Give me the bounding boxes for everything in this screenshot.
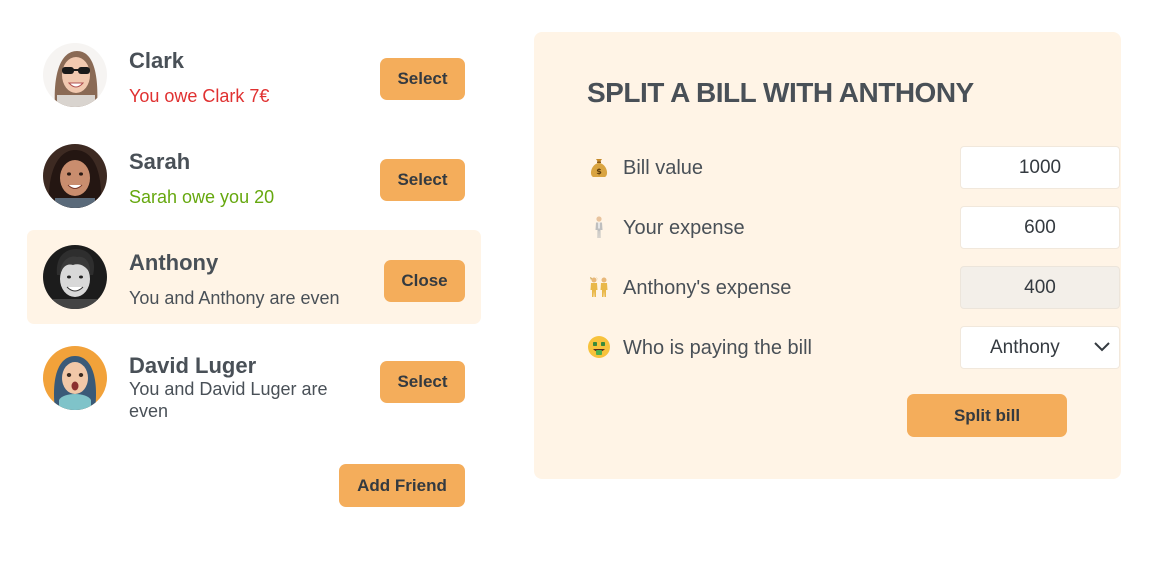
- friend-balance: You and Anthony are even: [129, 288, 340, 308]
- svg-text:$: $: [596, 167, 602, 176]
- friend-name: Anthony: [129, 250, 219, 275]
- friend-balance: You owe Clark 7€: [129, 86, 270, 106]
- bill-value-label: Bill value: [623, 157, 704, 179]
- avatar: [43, 245, 107, 309]
- avatar: [43, 144, 107, 208]
- payer-row: Who is paying the bill Anthony: [587, 326, 1120, 370]
- friend-name: Sarah: [129, 149, 191, 174]
- friend-name: Clark: [129, 48, 185, 73]
- friend-balance: Sarah owe you 20: [129, 187, 275, 207]
- avatar: [43, 43, 107, 107]
- select-button[interactable]: Select: [380, 58, 465, 100]
- your-expense-label: Your expense: [623, 217, 745, 239]
- select-button[interactable]: Select: [380, 159, 465, 201]
- friend-expense-input: 400: [960, 266, 1120, 309]
- bill-value-row: $ Bill value 1000: [587, 146, 1120, 190]
- person-standing-icon: [587, 215, 613, 241]
- payer-selected-value: Anthony: [990, 337, 1060, 358]
- friend-name: David Luger: [129, 353, 257, 378]
- friend-balance: You and David Luger are even: [129, 379, 328, 421]
- friend-item-sarah: Sarah Sarah owe you 20 Select: [27, 129, 481, 223]
- two-people-icon: [587, 275, 613, 301]
- money-mouth-face-icon: [587, 335, 613, 361]
- form-title: SPLIT A BILL WITH ANTHONY: [587, 77, 974, 108]
- friend-item-clark: Clark You owe Clark 7€ Select: [27, 28, 481, 122]
- bill-value-input[interactable]: 1000: [960, 146, 1120, 189]
- close-button[interactable]: Close: [384, 260, 465, 302]
- add-friend-button[interactable]: Add Friend: [339, 464, 465, 507]
- friends-list: Clark You owe Clark 7€ Select Sarah Sara…: [27, 28, 481, 432]
- friend-item-david-luger: David Luger You and David Luger are even…: [27, 331, 481, 425]
- your-expense-row: Your expense 600: [587, 206, 1120, 250]
- payer-select[interactable]: Anthony: [960, 326, 1120, 369]
- split-bill-form: SPLIT A BILL WITH ANTHONY $ Bill value 1…: [534, 32, 1121, 479]
- select-button[interactable]: Select: [380, 361, 465, 403]
- split-bill-button[interactable]: Split bill: [907, 394, 1067, 437]
- payer-label: Who is paying the bill: [623, 337, 812, 359]
- your-expense-input[interactable]: 600: [960, 206, 1120, 249]
- avatar: [43, 346, 107, 410]
- money-bag-icon: $: [587, 155, 613, 181]
- chevron-down-icon: [1094, 342, 1110, 352]
- friend-item-anthony: Anthony You and Anthony are even Close: [27, 230, 481, 324]
- friend-expense-row: Anthony's expense 400: [587, 266, 1120, 310]
- friend-expense-label: Anthony's expense: [623, 277, 792, 299]
